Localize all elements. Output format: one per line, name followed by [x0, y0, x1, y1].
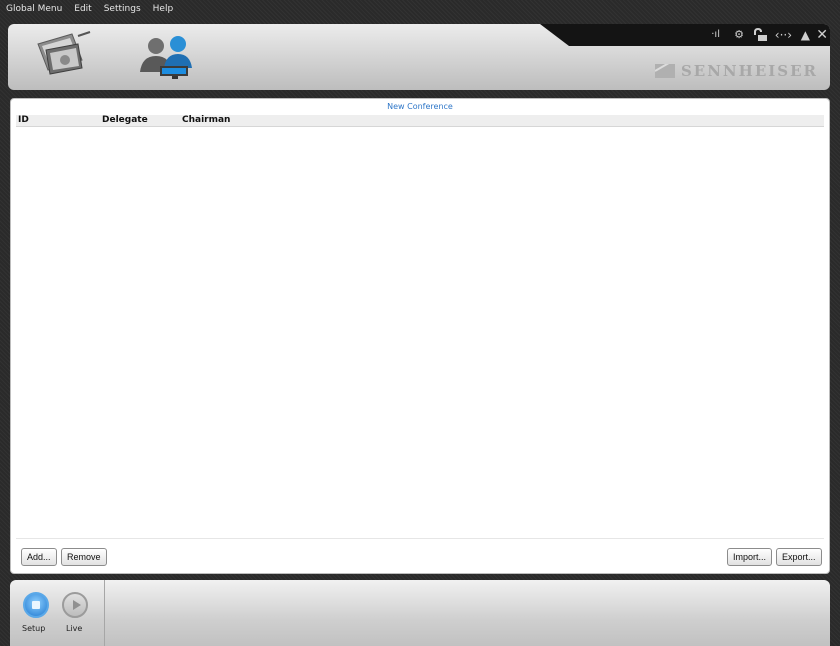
connection-icon[interactable]: ‹··›: [775, 28, 792, 42]
warning-icon[interactable]: ▲: [801, 28, 810, 42]
play-icon: [73, 600, 81, 610]
delegates-icon[interactable]: [138, 32, 200, 84]
column-chairman[interactable]: Chairman: [182, 115, 230, 126]
panel-divider: [16, 538, 824, 539]
logo-mark-icon: [654, 64, 675, 78]
delegate-list[interactable]: [16, 127, 824, 537]
close-icon[interactable]: ✕: [816, 28, 828, 42]
panel-title: New Conference: [387, 102, 453, 111]
app-header: ·ıl ⚙ ‹··› ▲ ✕ SENNHEISER: [8, 24, 830, 90]
table-header: ID Delegate Chairman: [16, 115, 824, 127]
setup-button[interactable]: [23, 592, 49, 618]
setup-icon: [32, 601, 40, 609]
add-button[interactable]: Add...: [21, 548, 57, 566]
brand-logo: SENNHEISER: [654, 62, 818, 80]
menu-bar: Global Menu Edit Settings Help: [0, 0, 840, 18]
conference-panel: New Conference ID Delegate Chairman Add.…: [10, 98, 830, 574]
menu-settings[interactable]: Settings: [104, 4, 141, 14]
column-id[interactable]: ID: [18, 115, 29, 126]
footer-divider: [104, 580, 105, 646]
wrench-icon[interactable]: ⚙: [734, 28, 744, 42]
signal-icon: ·ıl: [711, 29, 720, 40]
logo-text: SENNHEISER: [680, 62, 818, 80]
conference-picture-icon[interactable]: [32, 30, 94, 82]
live-button[interactable]: [62, 592, 88, 618]
menu-edit[interactable]: Edit: [74, 4, 91, 14]
export-button[interactable]: Export...: [776, 548, 822, 566]
menu-global[interactable]: Global Menu: [6, 4, 62, 14]
remove-button[interactable]: Remove: [61, 548, 107, 566]
menu-help[interactable]: Help: [153, 4, 174, 14]
column-delegate[interactable]: Delegate: [102, 115, 148, 126]
lock-icon[interactable]: [752, 27, 768, 46]
import-button[interactable]: Import...: [727, 548, 773, 566]
live-label: Live: [66, 624, 83, 633]
setup-label: Setup: [22, 624, 46, 633]
mode-footer: Setup Live: [10, 580, 830, 646]
